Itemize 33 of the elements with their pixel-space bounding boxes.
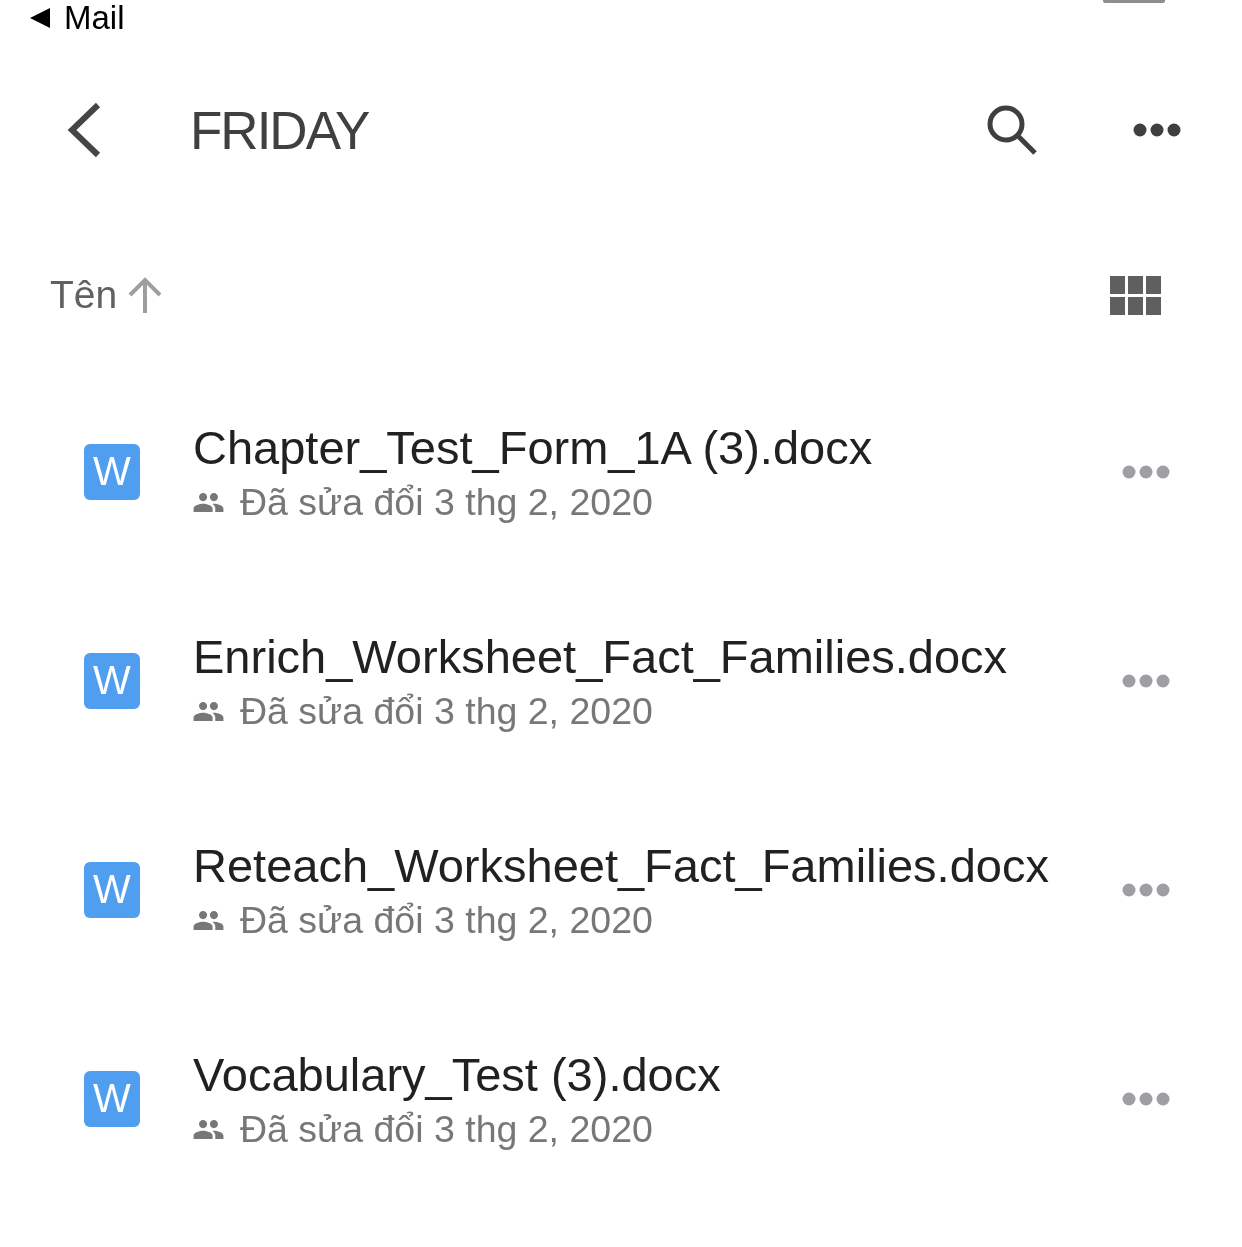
word-file-icon: W [84,1070,140,1127]
more-icon [1122,464,1170,479]
status-indicator [1103,0,1165,3]
file-more-button[interactable] [1122,882,1170,897]
word-file-icon: W [84,652,140,709]
more-button[interactable] [1132,123,1182,137]
word-file-icon: W [84,443,140,500]
more-icon [1122,882,1170,897]
modified-date: Đã sửa đổi 3 thg 2, 2020 [240,898,653,942]
back-button[interactable] [66,102,102,158]
grid-view-button[interactable] [1110,275,1161,315]
search-button[interactable] [986,104,1038,156]
more-icon [1132,123,1182,137]
word-file-icon: W [84,861,140,918]
modified-date: Đã sửa đổi 3 thg 2, 2020 [240,480,653,524]
file-more-button[interactable] [1122,1091,1170,1106]
search-icon [986,104,1038,156]
more-icon [1122,1091,1170,1106]
file-name[interactable]: Vocabulary_Test (3).docx [193,1046,721,1102]
file-name[interactable]: Reteach_Worksheet_Fact_Families.docx [193,837,1049,893]
file-more-button[interactable] [1122,464,1170,479]
more-icon [1122,673,1170,688]
folder-title: FRIDAY [190,99,369,161]
back-to-app-link[interactable]: Mail [30,0,125,37]
file-name[interactable]: Enrich_Worksheet_Fact_Families.docx [193,628,1008,684]
grid-view-icon [1110,275,1161,315]
sort-by-name-button[interactable]: Tên [50,273,164,317]
modified-date: Đã sửa đổi 3 thg 2, 2020 [240,689,653,733]
back-chevron-icon [66,102,102,158]
file-more-button[interactable] [1122,673,1170,688]
back-triangle-icon [30,8,50,28]
file-name[interactable]: Chapter_Test_Form_1A (3).docx [193,419,873,475]
modified-date: Đã sửa đổi 3 thg 2, 2020 [240,1107,653,1151]
